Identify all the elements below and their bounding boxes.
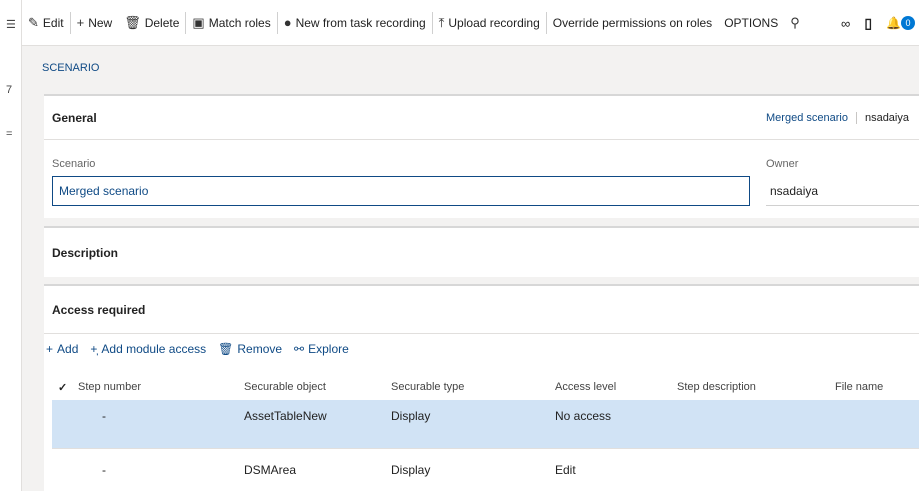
search-button[interactable]: ⚲ — [784, 0, 810, 46]
record-icon: ● — [283, 15, 292, 30]
description-header[interactable]: Description — [44, 228, 919, 277]
action-toolbar: ✎ Edit + New 🗑 Delete ▣ Match roles ● Ne… — [22, 0, 919, 46]
edit-label: Edit — [42, 15, 64, 30]
cell-securable-object: DSMArea — [244, 463, 297, 477]
access-required-section: Access required + Add +̦ Add module acce… — [44, 284, 919, 491]
description-section: Description — [44, 226, 919, 277]
new-label: New — [88, 15, 113, 30]
options-button[interactable]: OPTIONS — [718, 0, 784, 46]
owner-field[interactable]: nsadaiya — [766, 176, 919, 206]
column-securable-type[interactable]: Securable type — [391, 381, 555, 393]
access-required-header[interactable]: Access required — [44, 286, 919, 334]
match-roles-icon: ▣ — [192, 14, 205, 30]
explore-button[interactable]: ⚯ Explore — [294, 342, 349, 356]
add-module-access-button[interactable]: +̦ Add module access — [90, 342, 206, 356]
connection-icon[interactable]: ∞ — [841, 16, 850, 31]
cell-securable-object: AssetTableNew — [244, 409, 327, 423]
new-from-task-recording-label: New from task recording — [295, 15, 426, 30]
owner-field-label: Owner — [766, 158, 799, 170]
column-step-description[interactable]: Step description — [677, 381, 835, 393]
edit-button[interactable]: ✎ Edit — [22, 0, 70, 46]
add-button[interactable]: + Add — [46, 342, 78, 356]
plus-icon: + — [46, 342, 54, 356]
new-button[interactable]: + New — [71, 0, 119, 46]
page-title: SCENARIO — [42, 62, 100, 74]
summary-owner: nsadaiya — [864, 112, 909, 124]
menu-icon[interactable]: ☰ — [6, 18, 16, 31]
hierarchy-icon: ⚯ — [294, 342, 305, 356]
remove-label: Remove — [237, 342, 283, 356]
table-row[interactable]: - AssetTableNew Display No access — [52, 400, 919, 448]
general-title: General — [52, 110, 97, 125]
new-from-task-recording-button[interactable]: ● New from task recording — [278, 0, 432, 46]
description-title: Description — [52, 245, 119, 260]
override-permissions-label: Override permissions on roles — [552, 15, 713, 30]
access-action-bar: + Add +̦ Add module access 🗑 Remove ⚯ Ex… — [44, 334, 919, 364]
pencil-icon: ✎ — [28, 14, 39, 30]
trash-icon: 🗑 — [218, 342, 234, 356]
override-permissions-button[interactable]: Override permissions on roles — [547, 0, 718, 46]
options-label: OPTIONS — [724, 15, 779, 30]
select-all-checkbox[interactable]: ✓ — [52, 381, 76, 394]
summary-scenario-name[interactable]: Merged scenario — [766, 112, 857, 124]
cell-access-level: Edit — [555, 463, 576, 477]
column-step-number[interactable]: Step number — [76, 381, 244, 393]
access-grid: ✓ Step number Securable object Securable… — [52, 374, 919, 488]
nav-glyph: 7 — [6, 84, 13, 96]
scenario-field-label: Scenario — [52, 158, 96, 170]
office-icon[interactable]: ▯ — [864, 15, 872, 32]
cell-securable-type: Display — [391, 463, 431, 477]
general-header[interactable]: General Merged scenario nsadaiya — [44, 96, 919, 140]
search-icon: ⚲ — [790, 14, 800, 30]
upload-recording-label: Upload recording — [448, 15, 540, 30]
column-access-level[interactable]: Access level — [555, 381, 677, 393]
cell-securable-type: Display — [391, 409, 431, 423]
general-summary: Merged scenario nsadaiya — [766, 96, 909, 140]
add-module-access-label: Add module access — [101, 342, 207, 356]
column-securable-object[interactable]: Securable object — [244, 381, 391, 393]
column-file-name[interactable]: File name — [835, 381, 915, 393]
plus-icon: + — [76, 15, 85, 30]
scenario-field[interactable]: Merged scenario — [52, 176, 750, 206]
delete-label: Delete — [144, 15, 180, 30]
add-module-icon: +̦ — [90, 342, 98, 356]
upload-icon: ⤒ — [438, 14, 445, 30]
explore-label: Explore — [308, 342, 349, 356]
add-label: Add — [57, 342, 79, 356]
match-roles-label: Match roles — [208, 15, 271, 30]
cell-step-number: - — [102, 463, 106, 477]
notification-count-badge: 0 — [901, 16, 915, 30]
general-section: General Merged scenario nsadaiya Scenari… — [44, 94, 919, 218]
delete-button[interactable]: 🗑 Delete — [118, 0, 185, 46]
table-row[interactable]: - DSMArea Display Edit — [52, 448, 919, 488]
access-required-title: Access required — [52, 302, 146, 317]
nav-glyph: = — [6, 128, 13, 140]
cell-access-level: No access — [555, 409, 612, 423]
cell-step-number: - — [102, 409, 106, 423]
match-roles-button[interactable]: ▣ Match roles — [186, 0, 276, 46]
notifications-button[interactable]: 🔔 0 — [886, 16, 915, 30]
remove-button[interactable]: 🗑 Remove — [218, 342, 282, 356]
upload-recording-button[interactable]: ⤒ Upload recording — [433, 0, 546, 46]
left-navigation-strip: ☰ 7 = — [0, 0, 22, 491]
grid-header-row: ✓ Step number Securable object Securable… — [52, 374, 919, 400]
toolbar-right-group: ∞ ▯ 🔔 0 — [841, 0, 919, 46]
trash-icon: 🗑 — [124, 14, 141, 30]
bell-icon: 🔔 — [886, 16, 901, 30]
